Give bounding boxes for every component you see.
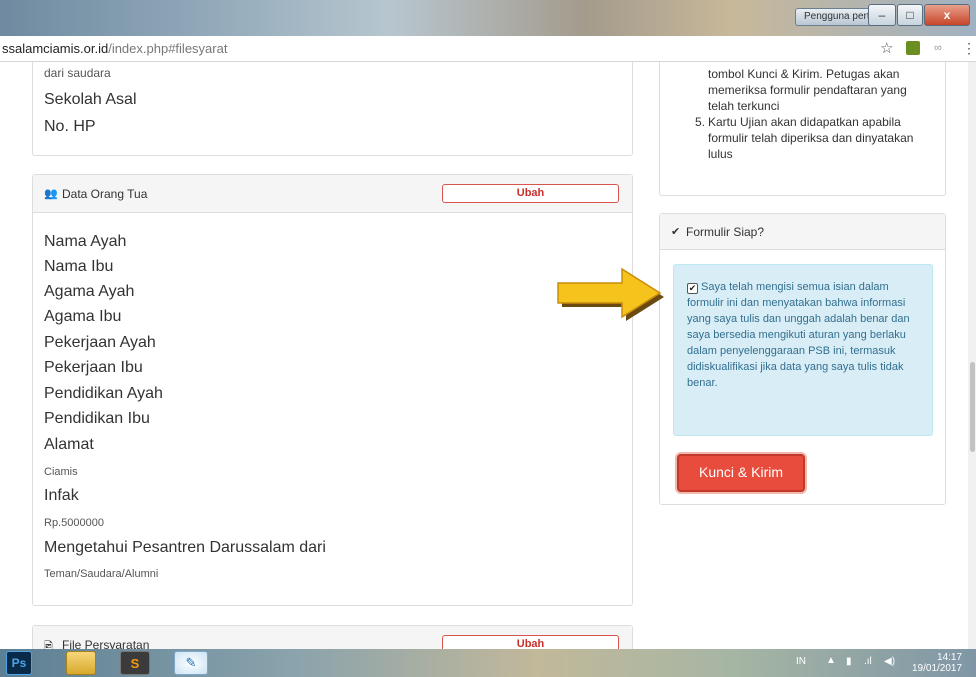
maximize-button[interactable]: □ <box>897 4 923 26</box>
value-mengetahui: Teman/Saudara/Alumni <box>44 568 159 580</box>
annotation-arrow-icon <box>557 267 664 321</box>
ubah-orang-tua-button[interactable]: Ubah <box>442 184 619 203</box>
clock-date: 19/01/2017 <box>912 663 963 674</box>
ubah-file-button[interactable]: Ubah <box>442 635 619 649</box>
panel-heading: 🖻 File Persyaratan Ubah <box>33 626 632 649</box>
folder-icon[interactable] <box>66 651 96 675</box>
clock-time: 14:17 <box>937 652 963 663</box>
scrollbar-track[interactable] <box>968 62 976 649</box>
extension-2-icon[interactable]: ∞ <box>934 42 942 54</box>
label-infak: Infak <box>44 487 79 504</box>
file-image-icon: 🖻 <box>44 641 53 649</box>
label-agama-ibu: Agama Ibu <box>44 308 122 325</box>
volume-icon[interactable]: ◀) <box>884 656 895 667</box>
label-pendidikan-ayah: Pendidikan Ayah <box>44 385 163 402</box>
formulir-siap-panel: ✔ Formulir Siap? ✔ Saya telah mengisi sem… <box>659 213 946 505</box>
petunjuk-panel: tombol Kunci & Kirim. Petugas akan memer… <box>659 62 946 196</box>
network-icon[interactable]: ▮ <box>846 656 852 667</box>
panel-heading: ✔ Formulir Siap? <box>660 214 945 250</box>
label-alamat: Alamat <box>44 436 94 453</box>
signal-icon[interactable]: .ıl <box>864 656 872 667</box>
panel-heading: 👥 Data Orang Tua Ubah <box>33 175 632 213</box>
browser-menu-icon[interactable]: ⋮ <box>962 40 976 57</box>
taskbar: Ps S ✎ IN ▲ ▮ .ıl ◀) 14:17 19/01/2017 <box>0 649 976 677</box>
users-icon: 👥 <box>44 188 58 200</box>
checkmark-icon: ✔ <box>671 226 681 238</box>
label-nama-ibu: Nama Ibu <box>44 258 114 275</box>
value-infak: Rp.5000000 <box>44 517 104 529</box>
instruction-line: formulir telah diperiksa dan dinyatakan <box>708 131 914 145</box>
agreement-text: Saya telah mengisi semua isian dalam for… <box>687 281 910 389</box>
url-path: /index.php#filesyarat <box>108 41 228 56</box>
address-bar[interactable]: ssalamciamis.or.id/index.php#filesyarat … <box>0 36 976 62</box>
label-agama-ayah: Agama Ayah <box>44 283 135 300</box>
url-host: ssalamciamis.or.id <box>2 41 109 56</box>
scrollbar-thumb[interactable] <box>970 362 975 452</box>
panel-title: File Persyaratan <box>62 638 150 649</box>
label-nama-ayah: Nama Ayah <box>44 233 127 250</box>
instruction-line: Kartu Ujian akan didapatkan apabila <box>708 115 901 129</box>
file-persyaratan-panel: 🖻 File Persyaratan Ubah <box>32 625 633 649</box>
clock[interactable]: 14:17 19/01/2017 <box>912 652 962 674</box>
panel-title: Formulir Siap? <box>686 225 765 239</box>
extension-icon[interactable] <box>906 41 920 55</box>
minimize-button[interactable]: – <box>868 4 896 26</box>
close-button[interactable]: x <box>924 4 970 26</box>
agreement-alert: ✔ Saya telah mengisi semua isian dalam fo… <box>673 264 933 436</box>
label-no-hp: No. HP <box>44 118 96 135</box>
tray-expand-icon[interactable]: ▲ <box>826 655 836 666</box>
paint-icon[interactable]: ✎ <box>174 651 208 675</box>
label-mengetahui: Mengetahui Pesantren Darussalam dari <box>44 539 326 556</box>
window-titlebar: Pengguna perta... – □ x <box>0 0 976 36</box>
instruction-line: tombol Kunci & Kirim. Petugas akan <box>708 67 900 81</box>
language-indicator[interactable]: IN <box>796 656 806 667</box>
data-orang-tua-panel: 👥 Data Orang Tua Ubah Nama Ayah Nama Ibu… <box>32 174 633 606</box>
kunci-kirim-button[interactable]: Kunci & Kirim <box>677 454 805 492</box>
agreement-checkbox[interactable]: ✔ <box>687 283 698 294</box>
agreement-label[interactable]: ✔ Saya telah mengisi semua isian dalam fo… <box>687 279 927 391</box>
instruction-line: telah terkunci <box>708 99 780 113</box>
value-alamat: Ciamis <box>44 466 78 478</box>
panel-title: Data Orang Tua <box>62 187 148 201</box>
page-content: dari saudara Sekolah Asal No. HP 👥 Data … <box>0 62 976 649</box>
bookmark-star-icon[interactable]: ☆ <box>880 39 893 57</box>
instruction-line: memeriksa formulir pendaftaran yang <box>708 83 907 97</box>
instruction-number: 5. <box>695 115 706 129</box>
label-pekerjaan-ibu: Pekerjaan Ibu <box>44 359 143 376</box>
label-pekerjaan-ayah: Pekerjaan Ayah <box>44 334 156 351</box>
instruction-line: lulus <box>708 147 733 161</box>
value-dari-saudara: dari saudara <box>44 66 111 80</box>
label-pendidikan-ibu: Pendidikan Ibu <box>44 410 150 427</box>
sublime-text-icon[interactable]: S <box>120 651 150 675</box>
label-sekolah-asal: Sekolah Asal <box>44 91 137 108</box>
photoshop-icon[interactable]: Ps <box>6 651 32 675</box>
url-text[interactable]: ssalamciamis.or.id/index.php#filesyarat <box>2 41 227 56</box>
data-santri-panel: dari saudara Sekolah Asal No. HP <box>32 62 633 156</box>
